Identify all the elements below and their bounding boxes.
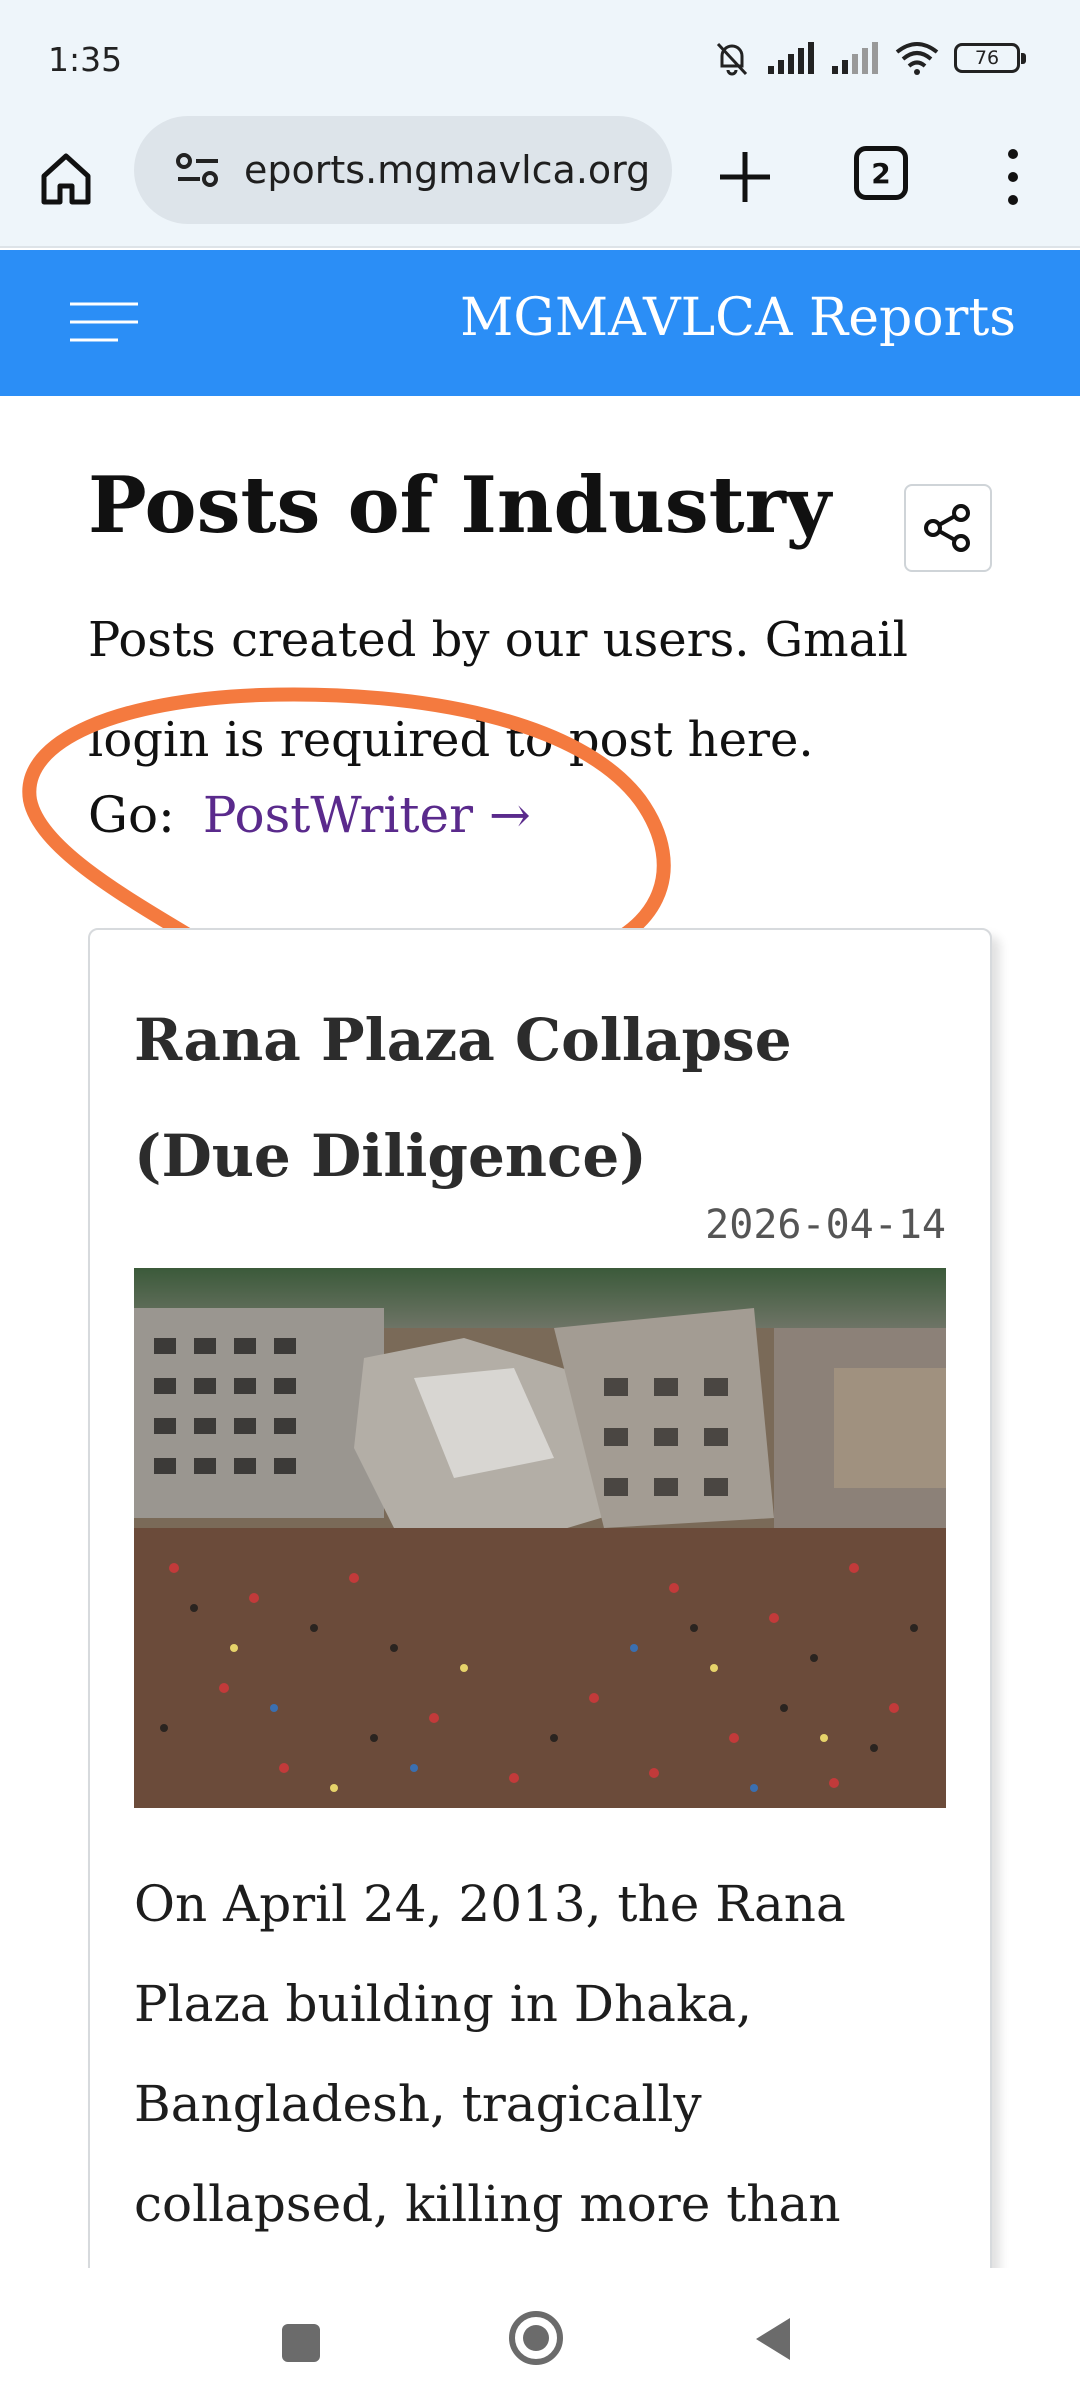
go-line: Go: PostWriter → [88,786,531,844]
mute-bell-icon [716,42,748,76]
share-icon [924,504,970,552]
status-time: 1:35 [48,40,123,79]
battery-icon: 76 [954,43,1026,73]
postwriter-link[interactable]: PostWriter → [203,786,531,844]
battery-level: 76 [974,47,1000,69]
collapsed-building-photo [134,1268,946,1808]
tab-switcher-button[interactable]: 2 [854,146,908,200]
share-button[interactable] [904,484,992,572]
wifi-icon [895,42,939,75]
tab-count: 2 [871,156,891,190]
signal-icon [768,42,814,74]
status-icons: 76 [712,36,1026,80]
post-title[interactable]: Rana Plaza Collapse (Due Diligence) [134,982,954,1214]
system-nav-bar [0,2268,1080,2400]
home-icon[interactable] [34,146,98,210]
hamburger-menu-icon[interactable] [68,300,140,346]
site-title[interactable]: MGMAVLCA Reports [460,288,1016,348]
recents-icon[interactable] [282,2324,320,2362]
address-bar[interactable]: eports.mgmavlca.org [134,116,672,224]
site-header: MGMAVLCA Reports [0,250,1080,396]
go-label: Go: [88,786,175,844]
home-nav-icon[interactable] [506,2308,566,2368]
post-date: 2026-04-14 [705,1202,946,1248]
page-description: Posts created by our users. Gmail login … [88,612,908,768]
post-card[interactable]: Rana Plaza Collapse (Due Diligence) 2026… [88,928,992,2348]
status-bar: 1:35 76 [0,0,1080,116]
back-icon[interactable] [752,2314,792,2364]
tune-icon[interactable] [174,150,222,190]
more-vert-icon[interactable] [998,142,1028,212]
page-title: Posts of Industry [88,460,832,551]
url-text: eports.mgmavlca.org [244,148,651,192]
post-image[interactable] [134,1268,946,1808]
plus-icon[interactable] [712,144,778,210]
signal-weak-icon [832,42,878,74]
browser-toolbar: eports.mgmavlca.org 2 [0,116,1080,248]
post-excerpt: On April 24, 2013, the Rana Plaza buildi… [134,1875,846,2233]
